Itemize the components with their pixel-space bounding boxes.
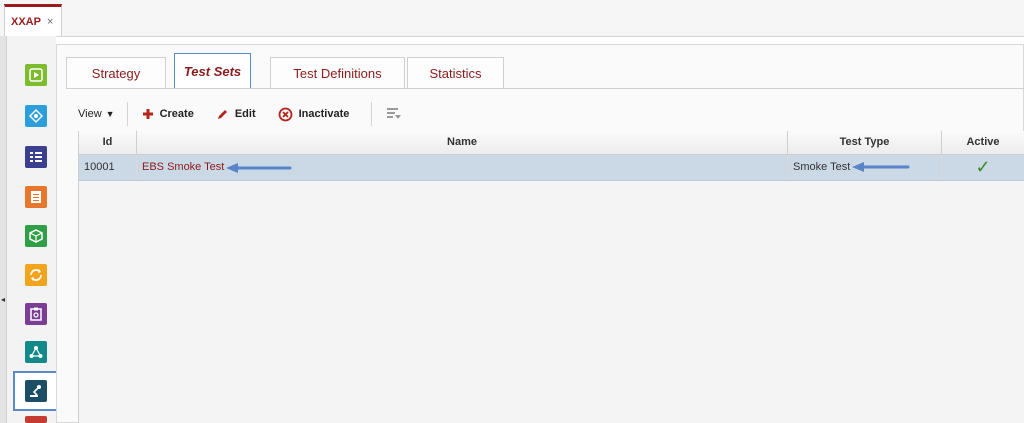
app-tab-xxap[interactable]: XXAP × [4,4,62,36]
package-cube-icon[interactable] [25,225,47,247]
network-diamond-icon[interactable] [25,105,47,127]
pencil-icon [216,108,229,121]
annotation-arrow-icon [226,163,292,173]
rail-collapse-strip[interactable] [0,36,7,423]
toolbar-separator [126,102,128,126]
column-header-id[interactable]: Id [79,131,137,154]
tab-strategy[interactable]: Strategy [66,57,166,88]
close-icon[interactable]: × [47,16,53,28]
inactivate-button[interactable]: Inactivate [278,107,350,122]
tab-divider [66,88,1024,89]
edit-button[interactable]: Edit [216,108,256,121]
chevron-down-icon: ▼ [105,109,115,119]
circle-x-icon [278,107,293,122]
annotation-arrow-icon [852,162,910,172]
plus-icon [142,108,154,120]
column-header-active[interactable]: Active [942,131,1024,154]
document-pages-icon[interactable] [25,186,47,208]
collapse-arrow-icon[interactable]: ◂ [0,292,6,308]
toolbar: View ▼ Create Edit Inactivate [78,100,1018,128]
clipboard-search-icon[interactable] [25,303,47,325]
top-tab-bar: XXAP × [0,0,1024,37]
tab-strip: Strategy Test Sets Test Definitions Stat… [66,53,1024,89]
tab-test-sets[interactable]: Test Sets [174,53,251,89]
edit-label: Edit [234,108,256,120]
refresh-cycle-icon[interactable] [25,264,47,286]
toolbar-separator [371,102,373,126]
active-check-icon: ✓ [942,155,1024,180]
test-set-name-link[interactable]: EBS Smoke Test [142,161,224,173]
create-label: Create [159,108,194,120]
hierarchy-nodes-icon[interactable] [25,341,47,363]
table-header: Id Name Test Type Active [79,131,1024,155]
play-process-icon[interactable] [25,64,47,86]
app-tab-label: XXAP [11,15,41,28]
create-button[interactable]: Create [142,108,194,120]
list-checks-icon[interactable] [25,146,47,168]
cell-id: 10001 [79,155,137,180]
view-label: View [78,108,102,120]
robot-arm-icon[interactable] [25,380,47,402]
inactivate-label: Inactivate [298,108,350,120]
view-menu-button[interactable]: View ▼ [78,108,115,120]
tab-test-definitions[interactable]: Test Definitions [270,57,405,88]
partial-rail-icon[interactable] [25,416,47,423]
column-header-name[interactable]: Name [137,131,788,154]
tab-statistics[interactable]: Statistics [407,57,504,88]
column-header-test-type[interactable]: Test Type [788,131,942,154]
filter-icon[interactable] [386,107,402,121]
test-sets-table: Id Name Test Type Active 10001 EBS Smoke… [78,131,1024,423]
